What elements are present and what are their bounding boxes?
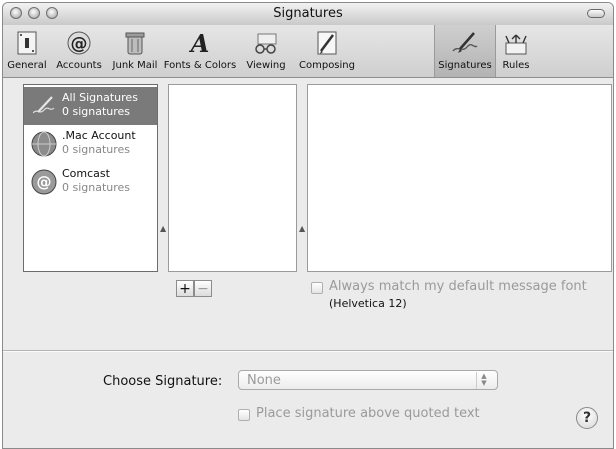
tab-composing[interactable]: Composing [294,25,360,77]
match-font-label: Always match my default message font [329,279,587,294]
signature-count: 0 signatures [62,105,131,118]
mac-globe-icon [31,131,57,157]
help-button[interactable]: ? [576,407,598,429]
list-buttons: + − [176,280,212,298]
pen-signature-icon [452,32,478,53]
list-item-mac-account[interactable]: .Mac Account 0 signatures [24,125,157,163]
accounts-list[interactable]: All Signatures 0 signatures .Mac Account… [23,84,158,272]
tab-label: Viewing [246,60,286,71]
match-font-checkbox[interactable] [311,282,323,294]
signature-count: 0 signatures [62,181,131,194]
split-view-divider[interactable]: ▲ [298,84,305,272]
signature-count: 0 signatures [62,143,131,156]
window-title: Signatures [273,6,343,21]
tab-label: Accounts [56,60,102,71]
at-sign-icon: @ [67,31,91,55]
tab-signatures[interactable]: Signatures [434,25,496,77]
signature-pen-icon [32,96,55,114]
place-above-checkbox[interactable] [238,409,250,421]
title-bar[interactable]: Signatures [3,3,613,25]
account-name: Comcast [62,167,110,180]
svg-text:@: @ [71,34,88,54]
preferences-window: Signatures General @ Accounts Junk Mail … [2,2,614,449]
account-name: All Signatures [62,91,138,104]
tab-junk-mail[interactable]: Junk Mail [110,25,160,77]
tab-label: General [7,60,47,71]
default-font-name: (Helvetica 12) [329,297,407,310]
toolbar-toggle-button[interactable] [587,9,605,18]
tab-label: Signatures [438,60,492,71]
glasses-icon [255,33,277,54]
general-switch-icon [17,31,37,55]
list-item-all-signatures[interactable]: All Signatures 0 signatures [24,87,157,125]
split-view-divider[interactable]: ▲ [159,84,166,272]
tab-label: Composing [299,60,355,71]
divider-highlight [3,351,613,352]
tab-label: Fonts & Colors [163,60,237,71]
remove-signature-button[interactable]: − [194,280,212,297]
rules-arrows-icon [505,34,527,55]
tab-fonts-colors[interactable]: A Fonts & Colors [162,25,238,77]
pencil-paper-icon [317,31,337,55]
place-above-label: Place signature above quoted text [256,406,480,421]
tab-viewing[interactable]: Viewing [240,25,292,77]
tab-general[interactable]: General [3,25,51,77]
signatures-pane: All Signatures 0 signatures .Mac Account… [3,78,613,448]
signature-editor[interactable] [307,84,612,272]
add-signature-button[interactable]: + [176,280,194,297]
tab-accounts[interactable]: @ Accounts [50,25,108,77]
preferences-toolbar: General @ Accounts Junk Mail A Fonts & C… [3,25,613,78]
signatures-list[interactable] [168,84,297,272]
tab-label: Rules [502,60,530,71]
trash-can-icon [125,32,145,55]
svg-text:A: A [189,29,210,57]
at-sign-icon: @ [31,169,57,195]
choose-signature-popup[interactable]: None ▲ ▼ [238,370,498,390]
account-name: .Mac Account [62,129,136,142]
list-item-comcast[interactable]: @ Comcast 0 signatures [24,163,157,201]
tab-rules[interactable]: Rules [496,25,536,77]
choose-signature-value: None [247,373,281,388]
choose-signature-label: Choose Signature: [103,374,223,389]
font-a-icon: A [189,29,210,57]
svg-text:@: @ [37,173,52,191]
tab-label: Junk Mail [112,60,158,71]
popup-arrows-icon: ▲ ▼ [476,372,491,389]
